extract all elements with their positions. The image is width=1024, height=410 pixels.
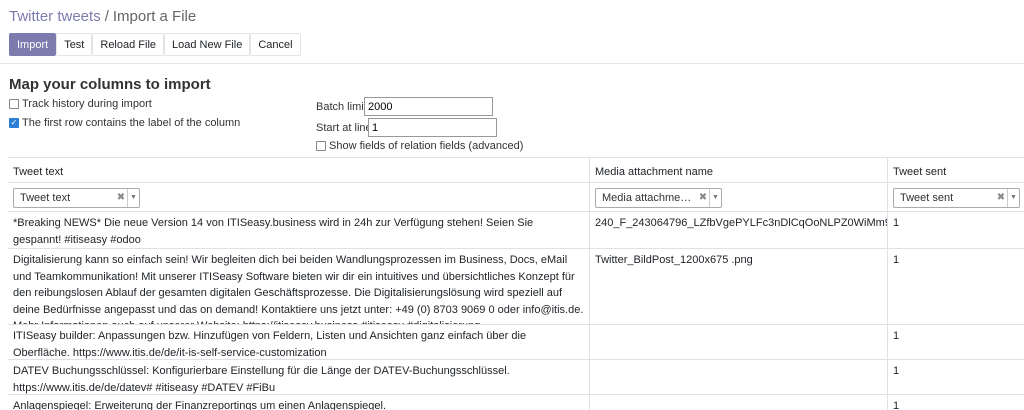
chevron-down-icon[interactable]: ▼ xyxy=(127,189,139,207)
table-cell xyxy=(590,325,888,359)
table-row: Digitalisierung kann so einfach sein! Wi… xyxy=(8,249,1024,325)
breadcrumb-parent-link[interactable]: Twitter tweets xyxy=(9,8,101,25)
table-cell: ITISeasy builder: Anpassungen bzw. Hinzu… xyxy=(8,325,590,359)
table-cell: 1 xyxy=(893,217,900,229)
table-cell: 1 xyxy=(893,365,900,377)
table-header-row: Tweet text Media attachment name Tweet s… xyxy=(8,158,1024,183)
column-header: Tweet sent xyxy=(893,166,947,178)
chevron-down-icon[interactable]: ▼ xyxy=(1007,189,1019,207)
clear-icon[interactable]: ✖ xyxy=(115,190,127,207)
mapping-cell: Tweet sent ✖ ▼ xyxy=(888,183,1024,211)
track-history-checkbox[interactable] xyxy=(9,99,19,109)
table-cell: Twitter_BildPost_1200x675 .png xyxy=(590,249,888,324)
table-cell xyxy=(590,395,888,410)
field-mapping-select[interactable]: Tweet sent ✖ ▼ xyxy=(893,188,1020,208)
relation-fields-option[interactable]: Show fields of relation fields (advanced… xyxy=(316,140,523,152)
start-line-label: Start at line xyxy=(316,122,372,134)
start-line-input[interactable] xyxy=(368,118,497,137)
section-title: Map your columns to import xyxy=(9,76,211,93)
divider xyxy=(0,63,1024,64)
toolbar: Import Test Reload File Load New File Ca… xyxy=(9,33,301,56)
table-row: *Breaking NEWS* Die neue Version 14 von … xyxy=(8,212,1024,249)
breadcrumb: Twitter tweets / Import a File xyxy=(9,8,196,25)
mapping-cell: Tweet text ✖ ▼ xyxy=(8,183,590,211)
relation-fields-checkbox[interactable] xyxy=(316,141,326,151)
mapping-cell: Media attachment… ✖ ▼ xyxy=(590,183,888,211)
table-cell xyxy=(590,360,888,394)
test-button[interactable]: Test xyxy=(56,33,93,56)
column-header: Media attachment name xyxy=(590,158,888,182)
batch-limit-label: Batch limit xyxy=(316,101,367,113)
cancel-button[interactable]: Cancel xyxy=(250,33,301,56)
first-row-labels-checkbox[interactable]: ✓ xyxy=(9,118,19,128)
table-cell: 240_F_243064796_LZfbVgePYLFc3nDlCqOoNLPZ… xyxy=(590,212,888,248)
table-cell: 1 xyxy=(893,254,900,266)
table-row: Anlagenspiegel: Erweiterung der Finanzre… xyxy=(8,395,1024,410)
mapping-row: Tweet text ✖ ▼ Media attachment… ✖ ▼ Twe… xyxy=(8,183,1024,212)
table-cell: *Breaking NEWS* Die neue Version 14 von … xyxy=(8,212,590,248)
clear-icon[interactable]: ✖ xyxy=(697,190,709,207)
clear-icon[interactable]: ✖ xyxy=(995,190,1007,207)
table-cell: Anlagenspiegel: Erweiterung der Finanzre… xyxy=(8,395,590,410)
import-button[interactable]: Import xyxy=(9,33,57,56)
batch-limit-input[interactable] xyxy=(364,97,493,116)
field-mapping-select[interactable]: Tweet text ✖ ▼ xyxy=(13,188,140,208)
table-row: ITISeasy builder: Anpassungen bzw. Hinzu… xyxy=(8,325,1024,360)
field-mapping-select[interactable]: Media attachment… ✖ ▼ xyxy=(595,188,722,208)
field-mapping-value: Tweet text xyxy=(20,191,71,204)
table-cell: 1 xyxy=(893,400,900,410)
track-history-option[interactable]: Track history during import xyxy=(9,98,152,110)
field-mapping-value: Tweet sent xyxy=(900,191,954,204)
track-history-label: Track history during import xyxy=(22,98,152,110)
table-cell: 1 xyxy=(893,330,900,342)
reload-file-button[interactable]: Reload File xyxy=(92,33,165,56)
relation-fields-label: Show fields of relation fields (advanced… xyxy=(329,140,524,152)
breadcrumb-current: Import a File xyxy=(112,8,197,25)
column-header: Tweet text xyxy=(8,158,590,182)
load-new-file-button[interactable]: Load New File xyxy=(164,33,251,56)
first-row-labels-label: The first row contains the label of the … xyxy=(22,117,241,129)
table-row: DATEV Buchungsschlüssel: Konfigurierbare… xyxy=(8,360,1024,395)
table-cell: DATEV Buchungsschlüssel: Konfigurierbare… xyxy=(8,360,590,394)
import-preview-table: Tweet text Media attachment name Tweet s… xyxy=(8,157,1024,410)
table-cell: Digitalisierung kann so einfach sein! Wi… xyxy=(8,249,590,324)
breadcrumb-separator: / xyxy=(104,8,109,25)
field-mapping-value: Media attachment… xyxy=(602,191,697,204)
first-row-labels-option[interactable]: ✓ The first row contains the label of th… xyxy=(9,117,240,129)
chevron-down-icon[interactable]: ▼ xyxy=(709,189,721,207)
